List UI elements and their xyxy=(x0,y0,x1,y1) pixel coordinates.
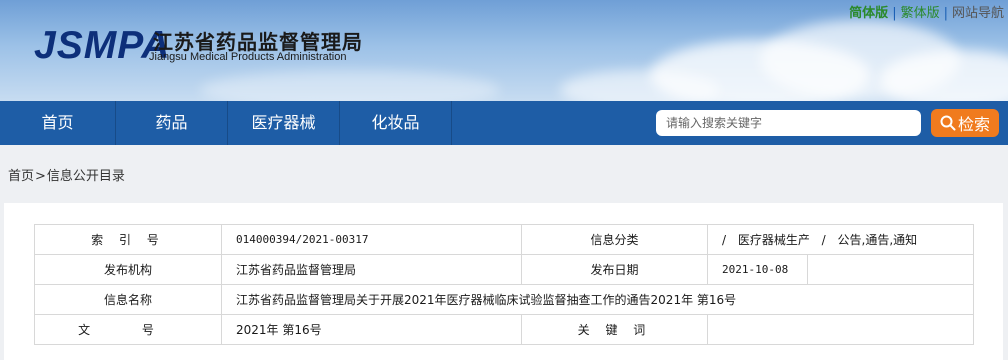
docno-value: 2021年 第16号 xyxy=(221,314,522,345)
separator: | xyxy=(943,6,948,21)
separator: | xyxy=(892,6,897,21)
breadcrumb: 首页>信息公开目录 xyxy=(8,165,125,184)
traditional-link[interactable]: 繁体版 xyxy=(901,2,940,21)
nav-item-home[interactable]: 首页 xyxy=(0,101,116,145)
table-row: 索 引 号 014000394/2021-00317 信息分类 / 医疗器械生产… xyxy=(34,224,974,255)
breadcrumb-home[interactable]: 首页 xyxy=(8,169,34,184)
top-links: 简体版 | 繁体版 | 网站导航 xyxy=(849,2,1004,21)
table-row: 发布机构 江苏省药品监督管理局 发布日期 2021-10-08 xyxy=(34,254,974,285)
search-icon xyxy=(940,115,956,131)
breadcrumb-current[interactable]: 信息公开目录 xyxy=(47,169,125,184)
table-row: 信息名称 江苏省药品监督管理局关于开展2021年医疗器械临床试验监督抽查工作的通… xyxy=(34,284,974,315)
category-value: / 医疗器械生产 / 公告,通告,通知 xyxy=(707,224,974,255)
date-label: 发布日期 xyxy=(521,254,708,285)
index-value: 014000394/2021-00317 xyxy=(221,224,522,255)
search-button-label: 检索 xyxy=(957,115,990,134)
site-header: JSMPA 江苏省药品监督管理局 Jiangsu Medical Product… xyxy=(0,0,1008,101)
index-label: 索 引 号 xyxy=(34,224,222,255)
empty-cell xyxy=(807,254,974,285)
name-value: 江苏省药品监督管理局关于开展2021年医疗器械临床试验监督抽查工作的通告2021… xyxy=(221,284,974,315)
info-table: 索 引 号 014000394/2021-00317 信息分类 / 医疗器械生产… xyxy=(34,224,974,345)
simplified-link[interactable]: 简体版 xyxy=(849,2,888,21)
name-label: 信息名称 xyxy=(34,284,222,315)
header-cloud xyxy=(200,70,500,101)
search-input[interactable] xyxy=(656,110,921,136)
org-name-en: Jiangsu Medical Products Administration xyxy=(149,51,347,63)
keyword-value xyxy=(707,314,974,345)
date-value: 2021-10-08 xyxy=(707,254,808,285)
publisher-label: 发布机构 xyxy=(34,254,222,285)
sitemap-link[interactable]: 网站导航 xyxy=(952,2,1004,21)
docno-label: 文 号 xyxy=(34,314,222,345)
nav-item-cosmetics[interactable]: 化妆品 xyxy=(340,101,452,145)
keyword-label: 关 键 词 xyxy=(521,314,708,345)
breadcrumb-arrow: > xyxy=(35,169,46,184)
nav-item-devices[interactable]: 医疗器械 xyxy=(228,101,340,145)
nav-item-drugs[interactable]: 药品 xyxy=(116,101,228,145)
category-label: 信息分类 xyxy=(521,224,708,255)
search-button[interactable]: 检索 xyxy=(931,109,999,137)
publisher-value: 江苏省药品监督管理局 xyxy=(221,254,522,285)
table-row: 文 号 2021年 第16号 关 键 词 xyxy=(34,314,974,345)
